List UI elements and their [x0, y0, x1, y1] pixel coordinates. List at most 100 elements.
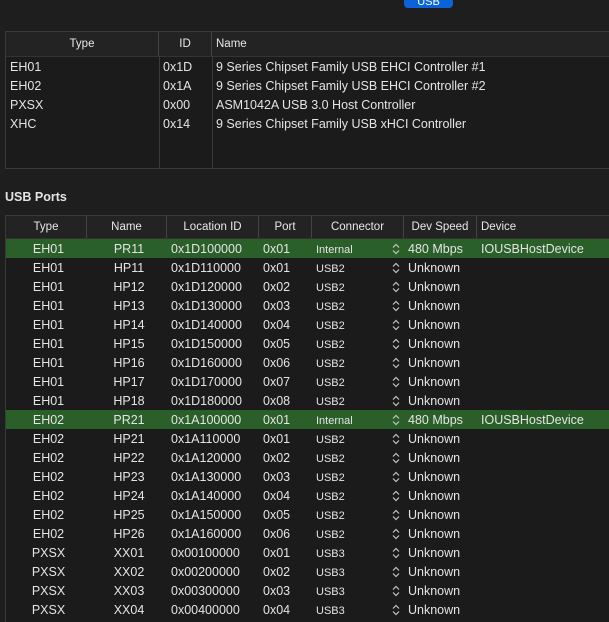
controller-id-cell: 0x00 [163, 97, 191, 112]
usb-port-row[interactable]: EH01 HP17 0x1D170000 0x07 USB2 Unknown [6, 372, 609, 391]
port-type-cell: EH01 [32, 241, 65, 256]
usb-port-row[interactable]: EH01 HP18 0x1D180000 0x08 USB2 Unknown [6, 391, 609, 410]
usb-port-row[interactable]: EH01 HP12 0x1D120000 0x02 USB2 Unknown [6, 277, 609, 296]
usb-port-row[interactable]: EH01 HP15 0x1D150000 0x05 USB2 Unknown [6, 334, 609, 353]
usb-port-row[interactable]: EH02 HP26 0x1A160000 0x06 USB2 Unknown [6, 524, 609, 543]
connector-select[interactable]: USB2 [312, 488, 404, 503]
dev-speed-cell: Unknown [408, 298, 461, 313]
column-header-dev-speed[interactable]: Dev Speed [404, 216, 477, 238]
connector-select[interactable]: USB3 [312, 602, 404, 617]
port-location-cell: 0x00300000 [171, 583, 240, 598]
port-name-cell: PR11 [113, 241, 145, 256]
connector-select[interactable]: USB3 [312, 564, 404, 579]
usb-port-row[interactable]: EH01 HP14 0x1D140000 0x04 USB2 Unknown [6, 315, 609, 334]
dev-speed-cell: Unknown [408, 260, 461, 275]
controller-row[interactable]: EH02 0x1A 9 Series Chipset Family USB EHCI… [6, 76, 609, 95]
usb-port-row[interactable]: EH02 HP25 0x1A150000 0x05 USB2 Unknown [6, 505, 609, 524]
column-header-name[interactable]: Name [212, 32, 609, 56]
port-name-cell: XX03 [113, 583, 145, 598]
dev-speed-cell: Unknown [408, 336, 461, 351]
connector-select[interactable]: USB2 [312, 507, 404, 522]
usb-port-row[interactable]: EH02 PR21 0x1A100000 0x01 Internal 480 Mbps IO… [6, 410, 609, 429]
usb-port-row[interactable]: EH02 HP24 0x1A140000 0x04 USB2 Unknown [6, 486, 609, 505]
port-type-cell: EH02 [32, 488, 65, 503]
connector-select[interactable]: USB3 [312, 583, 404, 598]
usb-tab-button[interactable]: USB [404, 0, 453, 8]
controller-row[interactable]: EH01 0x1D 9 Series Chipset Family USB EHCI… [6, 57, 609, 76]
port-name-cell: HP21 [113, 431, 145, 446]
usb-ports-table-header: Type Name Location ID Port Connector Dev… [6, 216, 609, 239]
port-name-cell: HP24 [113, 488, 145, 503]
column-header-device[interactable]: Device [477, 216, 609, 238]
port-name-cell: HP16 [113, 355, 145, 370]
connector-select[interactable]: USB2 [312, 526, 404, 541]
column-header-type[interactable]: Type [6, 32, 159, 56]
controller-row[interactable]: PXSX 0x00 ASM1042A USB 3.0 Host Controller [6, 95, 609, 114]
connector-value: USB2 [316, 396, 345, 408]
port-type-cell: EH02 [32, 450, 65, 465]
port-number-cell: 0x03 [263, 298, 291, 313]
connector-value: USB2 [316, 263, 345, 275]
chevron-up-down-icon [392, 471, 400, 483]
column-header-name[interactable]: Name [87, 216, 167, 238]
port-type-cell: EH01 [32, 374, 65, 389]
controller-id-cell: 0x14 [163, 116, 191, 131]
connector-select[interactable]: USB3 [312, 545, 404, 560]
chevron-up-down-icon [392, 262, 400, 274]
port-type-cell: EH02 [32, 469, 65, 484]
connector-select[interactable]: USB2 [312, 374, 404, 389]
port-type-cell: EH01 [32, 298, 65, 313]
usb-port-row[interactable]: PXSX XX04 0x00400000 0x04 USB3 Unknown [6, 600, 609, 619]
connector-select[interactable]: USB2 [312, 393, 404, 408]
column-header-type[interactable]: Type [6, 216, 87, 238]
connector-select[interactable]: USB2 [312, 469, 404, 484]
port-location-cell: 0x1A100000 [171, 412, 242, 427]
connector-select[interactable]: Internal [312, 412, 404, 427]
port-type-cell: PXSX [31, 583, 66, 598]
controller-id-cell: 0x1D [163, 59, 193, 74]
connector-value: USB3 [316, 567, 345, 579]
device-cell: IOUSBHostDevice [481, 241, 584, 256]
column-header-port[interactable]: Port [259, 216, 312, 238]
connector-select[interactable]: USB2 [312, 450, 404, 465]
usb-port-row[interactable]: PXSX XX01 0x00100000 0x01 USB3 Unknown [6, 543, 609, 562]
controller-type-cell: EH02 [10, 78, 42, 93]
usb-port-row[interactable]: EH01 HP11 0x1D110000 0x01 USB2 Unknown [6, 258, 609, 277]
column-header-location-id[interactable]: Location ID [167, 216, 259, 238]
port-location-cell: 0x1D130000 [171, 298, 242, 313]
controller-name-cell: 9 Series Chipset Family USB EHCI Control… [216, 78, 486, 93]
usb-ports-table[interactable]: Type Name Location ID Port Connector Dev… [5, 215, 609, 622]
usb-port-row[interactable]: EH02 HP23 0x1A130000 0x03 USB2 Unknown [6, 467, 609, 486]
device-cell: IOUSBHostDevice [481, 412, 584, 427]
port-number-cell: 0x03 [263, 469, 291, 484]
port-number-cell: 0x04 [263, 317, 291, 332]
usb-port-row[interactable]: EH02 HP22 0x1A120000 0x02 USB2 Unknown [6, 448, 609, 467]
connector-select[interactable]: Internal [312, 241, 404, 256]
port-number-cell: 0x05 [263, 336, 291, 351]
connector-value: USB3 [316, 586, 345, 598]
chevron-up-down-icon [392, 452, 400, 464]
usb-port-row[interactable]: PXSX XX02 0x00200000 0x02 USB3 Unknown [6, 562, 609, 581]
usb-port-row[interactable]: PXSX XX03 0x00300000 0x03 USB3 Unknown [6, 581, 609, 600]
connector-value: Internal [316, 244, 353, 256]
dev-speed-cell: Unknown [408, 393, 461, 408]
connector-select[interactable]: USB2 [312, 279, 404, 294]
connector-select[interactable]: USB2 [312, 336, 404, 351]
usb-port-row[interactable]: EH01 HP13 0x1D130000 0x03 USB2 Unknown [6, 296, 609, 315]
connector-select[interactable]: USB2 [312, 317, 404, 332]
port-type-cell: PXSX [31, 545, 66, 560]
column-header-id[interactable]: ID [159, 32, 212, 56]
column-header-connector[interactable]: Connector [312, 216, 404, 238]
connector-select[interactable]: USB2 [312, 355, 404, 370]
connector-select[interactable]: USB2 [312, 298, 404, 313]
connector-select[interactable]: USB2 [312, 260, 404, 275]
controller-row[interactable]: XHC 0x14 9 Series Chipset Family USB xHCI … [6, 114, 609, 133]
port-name-cell: HP15 [113, 336, 145, 351]
usb-port-row[interactable]: EH01 HP16 0x1D160000 0x06 USB2 Unknown [6, 353, 609, 372]
controllers-table[interactable]: Type ID Name EH01 0x1D 9 Series Chipset Fa… [5, 31, 609, 169]
controllers-table-header: Type ID Name [6, 32, 609, 57]
usb-port-row[interactable]: EH01 PR11 0x1D100000 0x01 Internal 480 Mbps IO… [6, 239, 609, 258]
connector-select[interactable]: USB2 [312, 431, 404, 446]
chevron-up-down-icon [392, 490, 400, 502]
usb-port-row[interactable]: EH02 HP21 0x1A110000 0x01 USB2 Unknown [6, 429, 609, 448]
